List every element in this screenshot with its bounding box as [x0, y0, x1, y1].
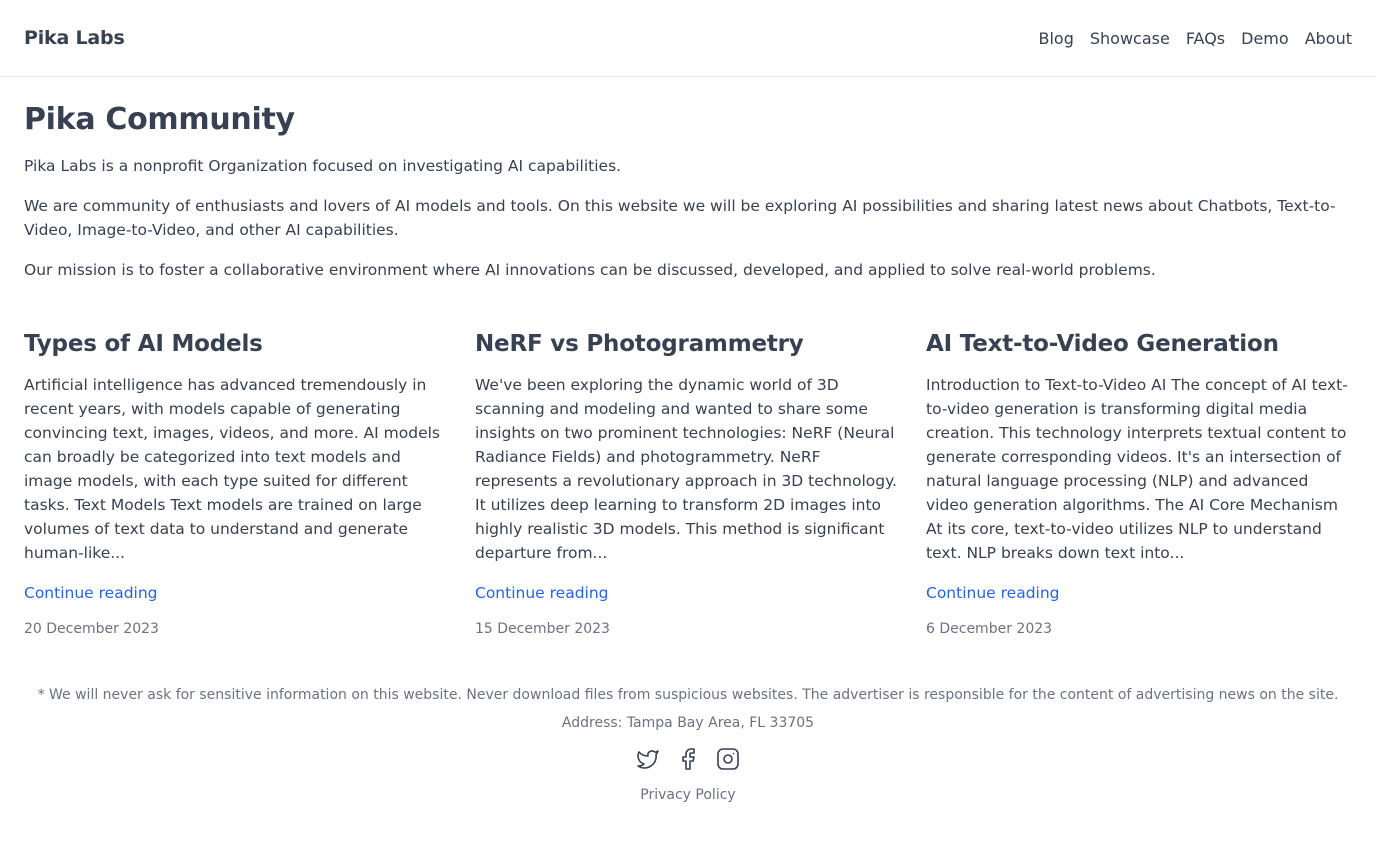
footer-address: Address: Tampa Bay Area, FL 33705 [561, 715, 815, 731]
post-excerpt: We've been exploring the dynamic world o… [475, 376, 897, 562]
main-nav: Blog Showcase FAQs Demo About [1038, 29, 1352, 48]
nav-showcase[interactable]: Showcase [1090, 29, 1170, 48]
page-title: Pika Community [24, 102, 295, 137]
continue-reading-link[interactable]: Continue reading [475, 581, 609, 605]
post-date: 20 December 2023 [24, 621, 159, 637]
nav-demo[interactable]: Demo [1241, 29, 1289, 48]
brand-logo[interactable]: Pika Labs [24, 27, 125, 49]
nav-faqs[interactable]: FAQs [1186, 29, 1225, 48]
post-date: 15 December 2023 [475, 621, 610, 637]
twitter-icon[interactable] [636, 747, 660, 771]
post-title[interactable]: Types of AI Models [24, 329, 451, 359]
intro-paragraph: Our mission is to foster a collaborative… [24, 261, 1156, 279]
site-header: Pika Labs Blog Showcase FAQs Demo About [0, 0, 1376, 77]
post-list: Types of AI Models Artificial intelligen… [24, 329, 1352, 639]
post-card: Types of AI Models Artificial intelligen… [24, 329, 451, 639]
post-date: 6 December 2023 [926, 621, 1053, 637]
post-excerpt: Artificial intelligence has advanced tre… [24, 376, 441, 562]
intro-section: Pika Community Pika Labs is a nonprofit … [24, 102, 1352, 282]
post-title[interactable]: AI Text-to-Video Generation [926, 329, 1353, 359]
instagram-icon[interactable] [716, 747, 740, 771]
nav-blog[interactable]: Blog [1038, 29, 1073, 48]
continue-reading-link[interactable]: Continue reading [24, 581, 158, 605]
footer-disclaimer: * We will never ask for sensitive inform… [37, 687, 1339, 703]
site-footer: * We will never ask for sensitive inform… [24, 685, 1352, 805]
nav-about[interactable]: About [1305, 29, 1352, 48]
main-content: Pika Community Pika Labs is a nonprofit … [0, 77, 1376, 805]
post-excerpt: Introduction to Text-to-Video AI The con… [926, 376, 1348, 562]
post-card: AI Text-to-Video Generation Introduction… [926, 329, 1353, 639]
privacy-policy-link[interactable]: Privacy Policy [640, 785, 735, 805]
social-links [24, 747, 1352, 771]
intro-paragraph: Pika Labs is a nonprofit Organization fo… [24, 157, 622, 175]
continue-reading-link[interactable]: Continue reading [926, 581, 1060, 605]
intro-paragraph: We are community of enthusiasts and love… [24, 197, 1336, 239]
post-title[interactable]: NeRF vs Photogrammetry [475, 329, 902, 359]
post-card: NeRF vs Photogrammetry We've been explor… [475, 329, 902, 639]
facebook-icon[interactable] [676, 747, 700, 771]
